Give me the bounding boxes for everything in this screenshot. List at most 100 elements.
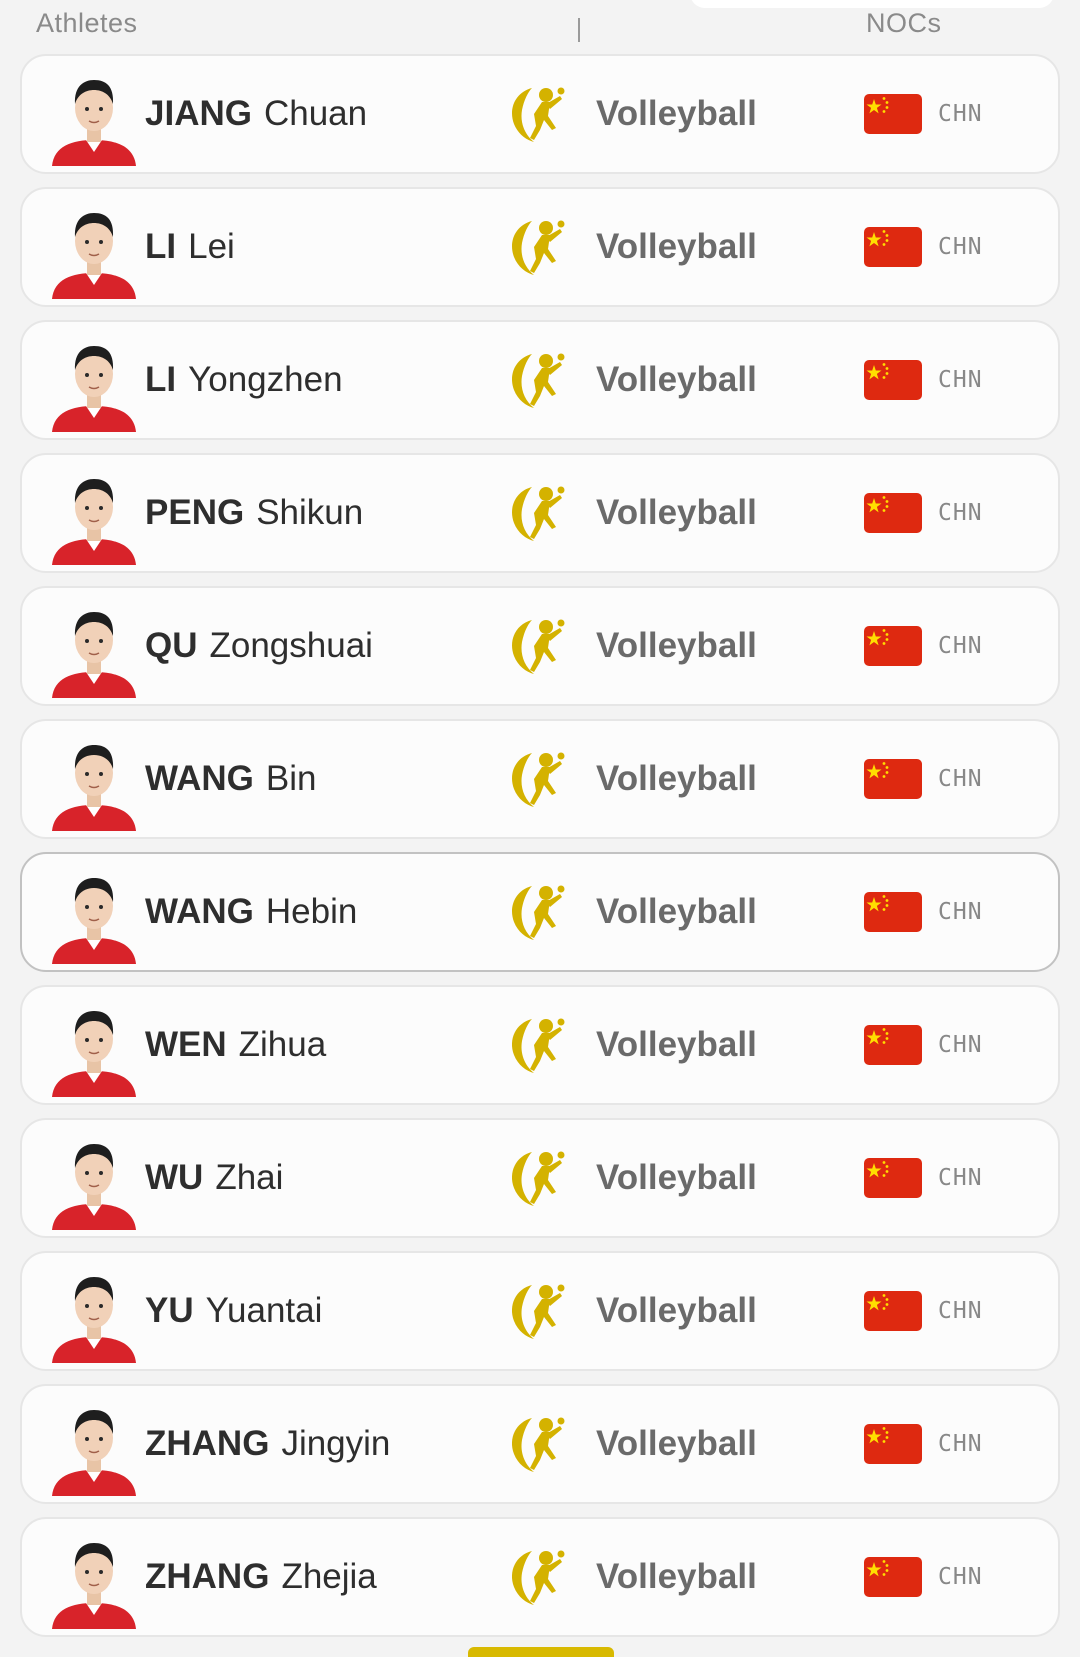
noc-code: CHN <box>938 367 983 393</box>
noc-code: CHN <box>938 1165 983 1191</box>
sport-label: Volleyball <box>596 1025 757 1064</box>
volleyball-pictogram-icon <box>506 348 570 412</box>
noc-code: CHN <box>938 766 983 792</box>
athlete-list: JIANG Chuan Volleyball CHN LI Lei Volley… <box>20 54 1060 1650</box>
athlete-given-name: Jingyin <box>281 1424 391 1463</box>
volleyball-pictogram-icon <box>506 1279 570 1343</box>
bottom-tab-indicator[interactable] <box>468 1647 614 1657</box>
athlete-row[interactable]: ZHANG Jingyin Volleyball CHN <box>20 1384 1060 1504</box>
athlete-family-name: JIANG <box>145 94 252 133</box>
athlete-family-name: PENG <box>145 493 245 532</box>
athlete-row[interactable]: LI Yongzhen Volleyball CHN <box>20 320 1060 440</box>
noc-code: CHN <box>938 500 983 526</box>
volleyball-pictogram-icon <box>506 614 570 678</box>
athlete-family-name: WANG <box>145 892 254 931</box>
athlete-name: WU Zhai <box>145 1120 283 1236</box>
athlete-family-name: QU <box>145 626 198 665</box>
athlete-family-name: ZHANG <box>145 1557 270 1596</box>
athlete-row[interactable]: WANG Hebin Volleyball CHN <box>20 852 1060 972</box>
athlete-name: WEN Zihua <box>145 987 326 1103</box>
sport-label: Volleyball <box>596 1557 757 1596</box>
athlete-name: QU Zongshuai <box>145 588 373 704</box>
athlete-row[interactable]: LI Lei Volleyball CHN <box>20 187 1060 307</box>
athlete-given-name: Zhai <box>215 1158 284 1197</box>
list-header: Athletes NOCs <box>0 0 1080 52</box>
athlete-family-name: WANG <box>145 759 254 798</box>
athlete-name: ZHANG Jingyin <box>145 1386 390 1502</box>
volleyball-pictogram-icon <box>506 1545 570 1609</box>
noc-code: CHN <box>938 1298 983 1324</box>
athlete-row[interactable]: WEN Zihua Volleyball CHN <box>20 985 1060 1105</box>
athlete-avatar <box>44 997 144 1097</box>
athlete-name: JIANG Chuan <box>145 56 367 172</box>
athlete-name: WANG Hebin <box>145 854 357 970</box>
volleyball-pictogram-icon <box>506 880 570 944</box>
volleyball-pictogram-icon <box>506 481 570 545</box>
athlete-avatar <box>44 1263 144 1363</box>
athlete-avatar <box>44 598 144 698</box>
sport-label: Volleyball <box>596 892 757 931</box>
column-header-nocs[interactable]: NOCs <box>866 8 942 39</box>
athlete-family-name: WU <box>145 1158 204 1197</box>
noc-code: CHN <box>938 1431 983 1457</box>
athlete-row[interactable]: WANG Bin Volleyball CHN <box>20 719 1060 839</box>
athlete-given-name: Bin <box>265 759 317 798</box>
athlete-family-name: LI <box>145 360 177 399</box>
athlete-avatar <box>44 731 144 831</box>
athlete-given-name: Yuantai <box>205 1291 323 1330</box>
athlete-row[interactable]: JIANG Chuan Volleyball CHN <box>20 54 1060 174</box>
athlete-given-name: Chuan <box>263 94 368 133</box>
sport-label: Volleyball <box>596 626 757 665</box>
volleyball-pictogram-icon <box>506 1146 570 1210</box>
athlete-name: LI Lei <box>145 189 235 305</box>
sport-label: Volleyball <box>596 94 757 133</box>
sport-label: Volleyball <box>596 493 757 532</box>
volleyball-pictogram-icon <box>506 82 570 146</box>
athlete-row[interactable]: QU Zongshuai Volleyball CHN <box>20 586 1060 706</box>
volleyball-pictogram-icon <box>506 215 570 279</box>
noc-code: CHN <box>938 633 983 659</box>
athlete-avatar <box>44 1529 144 1629</box>
athlete-given-name: Zihua <box>238 1025 327 1064</box>
athlete-row[interactable]: WU Zhai Volleyball CHN <box>20 1118 1060 1238</box>
athlete-name: ZHANG Zhejia <box>145 1519 377 1635</box>
sport-label: Volleyball <box>596 1424 757 1463</box>
athlete-avatar <box>44 66 144 166</box>
column-header-athletes[interactable]: Athletes <box>36 8 138 39</box>
volleyball-pictogram-icon <box>506 1013 570 1077</box>
noc-code: CHN <box>938 234 983 260</box>
noc-code: CHN <box>938 1564 983 1590</box>
athlete-family-name: YU <box>145 1291 194 1330</box>
athlete-given-name: Yongzhen <box>188 360 343 399</box>
column-header-sport[interactable] <box>505 8 665 42</box>
athlete-avatar <box>44 465 144 565</box>
athlete-avatar <box>44 864 144 964</box>
athlete-row[interactable]: YU Yuantai Volleyball CHN <box>20 1251 1060 1371</box>
athlete-avatar <box>44 332 144 432</box>
sport-label: Volleyball <box>596 360 757 399</box>
china-flag-icon <box>864 1424 922 1464</box>
athlete-name: YU Yuantai <box>145 1253 322 1369</box>
volleyball-pictogram-icon <box>506 747 570 811</box>
sport-label: Volleyball <box>596 1158 757 1197</box>
athlete-avatar <box>44 1396 144 1496</box>
china-flag-icon <box>864 94 922 134</box>
china-flag-icon <box>864 360 922 400</box>
sport-label: Volleyball <box>596 1291 757 1330</box>
athlete-given-name: Shikun <box>256 493 364 532</box>
athlete-given-name: Lei <box>188 227 235 266</box>
china-flag-icon <box>864 1158 922 1198</box>
athlete-avatar <box>44 199 144 299</box>
athlete-family-name: LI <box>145 227 177 266</box>
athlete-name: PENG Shikun <box>145 455 363 571</box>
china-flag-icon <box>864 759 922 799</box>
search-bar-edge[interactable] <box>690 0 1054 8</box>
athlete-avatar <box>44 1130 144 1230</box>
athlete-row[interactable]: ZHANG Zhejia Volleyball CHN <box>20 1517 1060 1637</box>
noc-code: CHN <box>938 1032 983 1058</box>
china-flag-icon <box>864 1291 922 1331</box>
athlete-row[interactable]: PENG Shikun Volleyball CHN <box>20 453 1060 573</box>
china-flag-icon <box>864 892 922 932</box>
athlete-name: LI Yongzhen <box>145 322 343 438</box>
athlete-given-name: Zongshuai <box>209 626 373 665</box>
